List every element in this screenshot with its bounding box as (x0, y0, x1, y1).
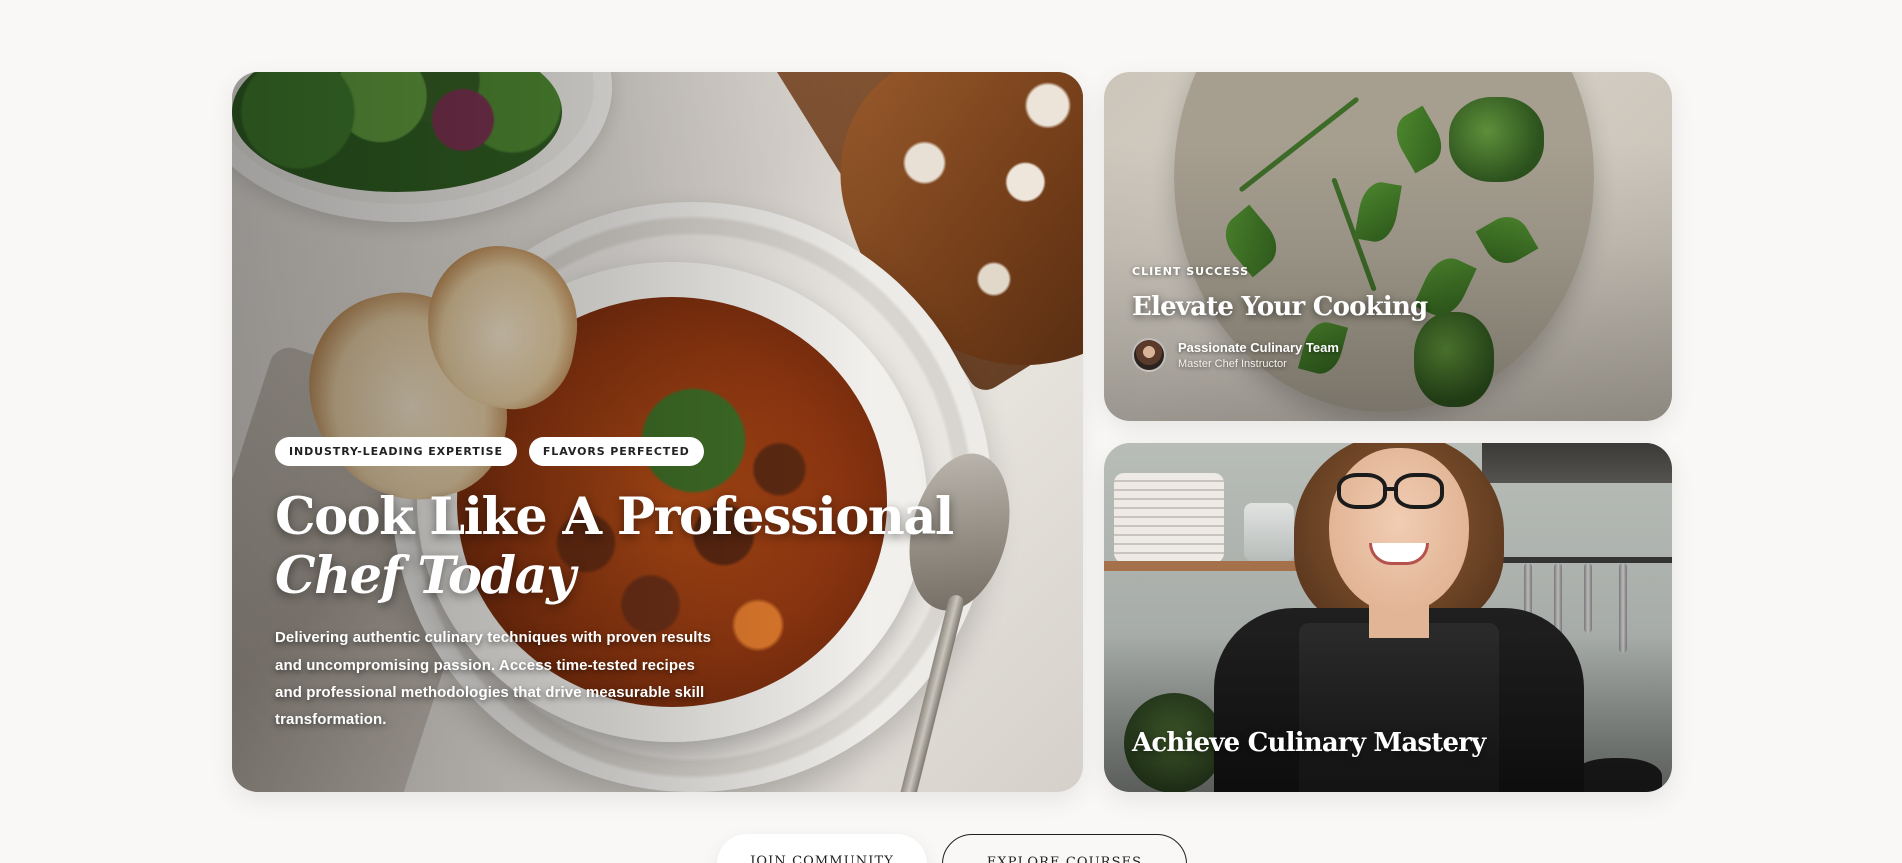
author: Passionate Culinary Team Master Chef Ins… (1132, 338, 1427, 372)
card-title: Elevate Your Cooking (1132, 292, 1428, 322)
hero-tag: FLAVORS PERFECTED (528, 437, 704, 466)
explore-courses-button[interactable]: EXPLORE COURSES (942, 834, 1187, 863)
hero-description: Delivering authentic culinary techniques… (275, 629, 712, 729)
hero-title-line1: Cook Like A Professional (275, 487, 954, 547)
hero-card[interactable]: INDUSTRY-LEADING EXPERTISE FLAVORS PERFE… (232, 72, 1083, 792)
cta-row: JOIN COMMUNITY EXPLORE COURSES (717, 834, 1187, 863)
hero-tags: INDUSTRY-LEADING EXPERTISE FLAVORS PERFE… (275, 437, 995, 466)
card-title: Achieve Culinary Mastery (1132, 728, 1486, 758)
client-success-content: CLIENT SUCCESS Elevate Your Cooking Pass… (1132, 265, 1428, 372)
author-name: Passionate Culinary Team (1178, 340, 1339, 355)
feature-grid: INDUSTRY-LEADING EXPERTISE FLAVORS PERFE… (232, 72, 1672, 792)
hero-title: Cook Like A Professional Chef Today (275, 487, 995, 607)
card-eyebrow: CLIENT SUCCESS (1132, 265, 1250, 278)
culinary-mastery-card[interactable]: Achieve Culinary Mastery (1104, 443, 1672, 792)
hero-tag: INDUSTRY-LEADING EXPERTISE (275, 437, 517, 466)
hero-title-line2: Chef Today (275, 546, 576, 607)
avatar (1132, 338, 1166, 372)
author-info: Passionate Culinary Team Master Chef Ins… (1178, 340, 1339, 370)
author-role: Master Chef Instructor (1178, 358, 1287, 370)
client-success-card[interactable]: CLIENT SUCCESS Elevate Your Cooking Pass… (1104, 72, 1672, 421)
join-community-button[interactable]: JOIN COMMUNITY (717, 834, 927, 863)
hero-content: INDUSTRY-LEADING EXPERTISE FLAVORS PERFE… (275, 437, 995, 734)
culinary-mastery-content: Achieve Culinary Mastery (1132, 728, 1486, 758)
page: INDUSTRY-LEADING EXPERTISE FLAVORS PERFE… (0, 0, 1902, 863)
